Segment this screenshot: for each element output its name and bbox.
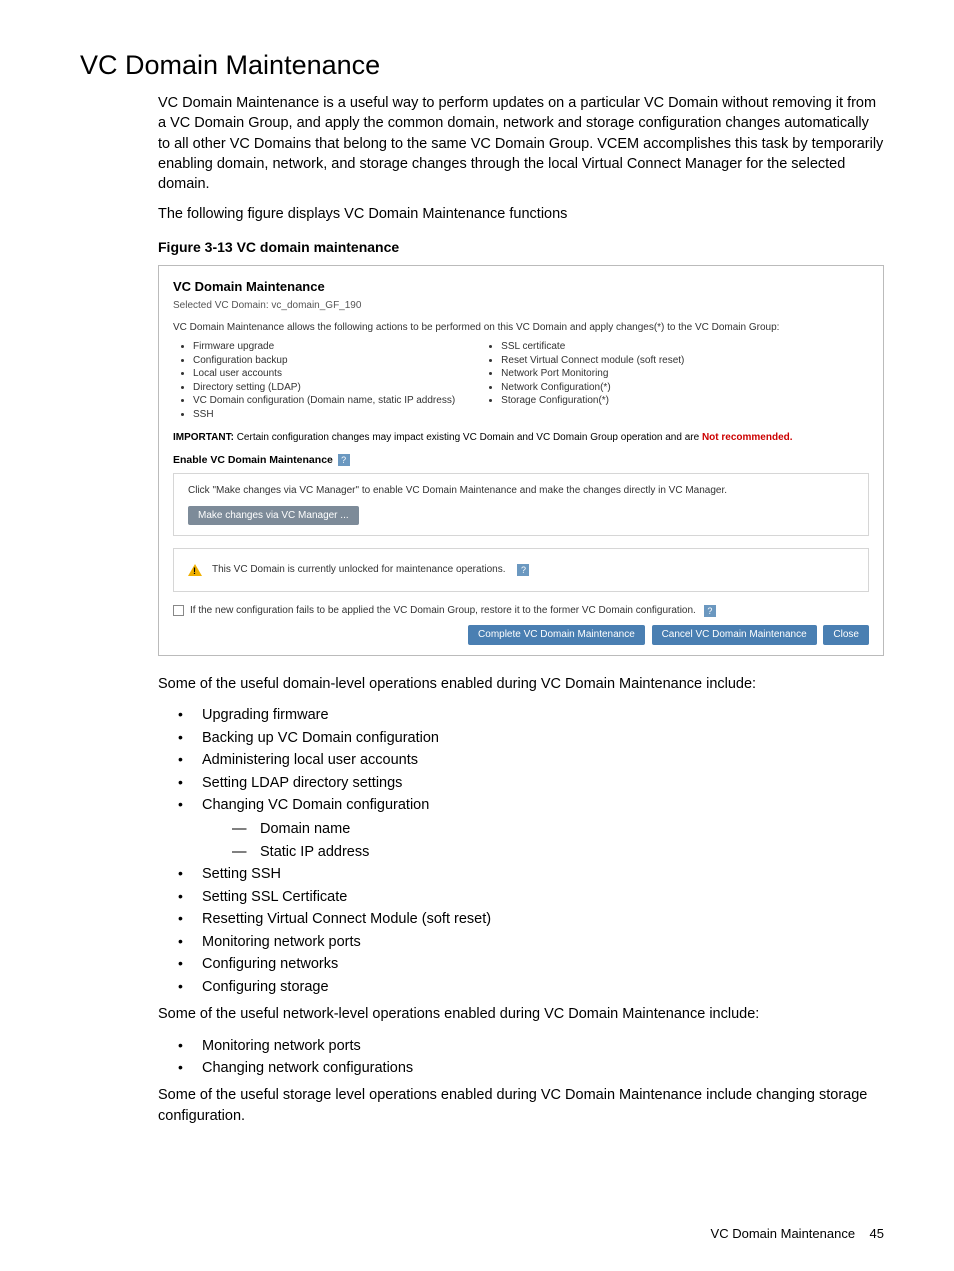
domain-ops-list: Upgrading firmware Backing up VC Domain … xyxy=(178,704,884,998)
list-item: Firmware upgrade xyxy=(193,340,455,354)
make-changes-button[interactable]: Make changes via VC Manager ... xyxy=(188,506,359,526)
help-icon[interactable]: ? xyxy=(517,564,529,576)
list-item: Domain name xyxy=(232,818,884,840)
actions-list-left: Firmware upgrade Configuration backup Lo… xyxy=(193,340,455,421)
list-item: VC Domain configuration (Domain name, st… xyxy=(193,394,455,408)
restore-config-label: If the new configuration fails to be app… xyxy=(190,604,696,618)
list-item: Changing network configurations xyxy=(178,1057,884,1079)
intro-paragraph: VC Domain Maintenance is a useful way to… xyxy=(158,93,884,194)
restore-config-checkbox[interactable] xyxy=(173,605,184,616)
vc-domain-maintenance-panel: VC Domain Maintenance Selected VC Domain… xyxy=(158,265,884,656)
complete-maintenance-button[interactable]: Complete VC Domain Maintenance xyxy=(468,625,645,645)
panel-heading: VC Domain Maintenance xyxy=(173,278,869,296)
list-item: Upgrading firmware xyxy=(178,704,884,726)
list-item: SSL certificate xyxy=(501,340,684,354)
selected-domain-label: Selected VC Domain: vc_domain_GF_190 xyxy=(173,299,869,313)
list-item: Storage Configuration(*) xyxy=(501,394,684,408)
footer-section-label: VC Domain Maintenance xyxy=(711,1226,856,1241)
list-item: Static IP address xyxy=(232,841,884,863)
list-item: Administering local user accounts xyxy=(178,749,884,771)
panel-description: VC Domain Maintenance allows the followi… xyxy=(173,321,869,335)
storage-ops-text: Some of the useful storage level operati… xyxy=(158,1085,884,1126)
page-number: 45 xyxy=(870,1226,884,1241)
enable-maintenance-row: Enable VC Domain Maintenance ? xyxy=(173,453,869,468)
network-ops-list: Monitoring network ports Changing networ… xyxy=(178,1035,884,1080)
list-item: Changing VC Domain configuration Domain … xyxy=(178,794,884,863)
list-item: Backing up VC Domain configuration xyxy=(178,727,884,749)
close-button[interactable]: Close xyxy=(823,625,869,645)
list-item: Setting SSH xyxy=(178,863,884,885)
list-item: SSH xyxy=(193,408,455,422)
make-changes-text: Click "Make changes via VC Manager" to e… xyxy=(188,484,854,498)
intro-paragraph-2: The following figure displays VC Domain … xyxy=(158,204,884,224)
list-item: Configuring networks xyxy=(178,953,884,975)
make-changes-box: Click "Make changes via VC Manager" to e… xyxy=(173,473,869,536)
list-item: Setting LDAP directory settings xyxy=(178,772,884,794)
list-item: Monitoring network ports xyxy=(178,931,884,953)
list-item: Directory setting (LDAP) xyxy=(193,381,455,395)
unlocked-status-box: This VC Domain is currently unlocked for… xyxy=(173,548,869,592)
panel-footer-buttons: Complete VC Domain Maintenance Cancel VC… xyxy=(173,625,869,645)
list-item: Configuration backup xyxy=(193,354,455,368)
list-item: Reset Virtual Connect module (soft reset… xyxy=(501,354,684,368)
list-item: Monitoring network ports xyxy=(178,1035,884,1057)
enable-maintenance-label: Enable VC Domain Maintenance xyxy=(173,454,333,466)
restore-config-row: If the new configuration fails to be app… xyxy=(173,604,869,618)
network-ops-intro: Some of the useful network-level operati… xyxy=(158,1004,884,1024)
list-item: Network Port Monitoring xyxy=(501,367,684,381)
list-item: Resetting Virtual Connect Module (soft r… xyxy=(178,908,884,930)
unlocked-status-text: This VC Domain is currently unlocked for… xyxy=(212,563,505,577)
help-icon[interactable]: ? xyxy=(338,454,350,466)
cancel-maintenance-button[interactable]: Cancel VC Domain Maintenance xyxy=(652,625,817,645)
page-footer: VC Domain Maintenance 45 xyxy=(711,1226,884,1241)
list-item: Local user accounts xyxy=(193,367,455,381)
help-icon[interactable]: ? xyxy=(704,605,716,617)
list-item: Setting SSL Certificate xyxy=(178,886,884,908)
important-note: IMPORTANT: Certain configuration changes… xyxy=(173,431,869,445)
warning-icon xyxy=(188,564,202,576)
domain-ops-intro: Some of the useful domain-level operatio… xyxy=(158,674,884,694)
page-title: VC Domain Maintenance xyxy=(80,50,884,81)
actions-list-right: SSL certificate Reset Virtual Connect mo… xyxy=(501,340,684,421)
list-item: Configuring storage xyxy=(178,976,884,998)
figure-caption: Figure 3-13 VC domain maintenance xyxy=(158,239,884,255)
list-item: Network Configuration(*) xyxy=(501,381,684,395)
